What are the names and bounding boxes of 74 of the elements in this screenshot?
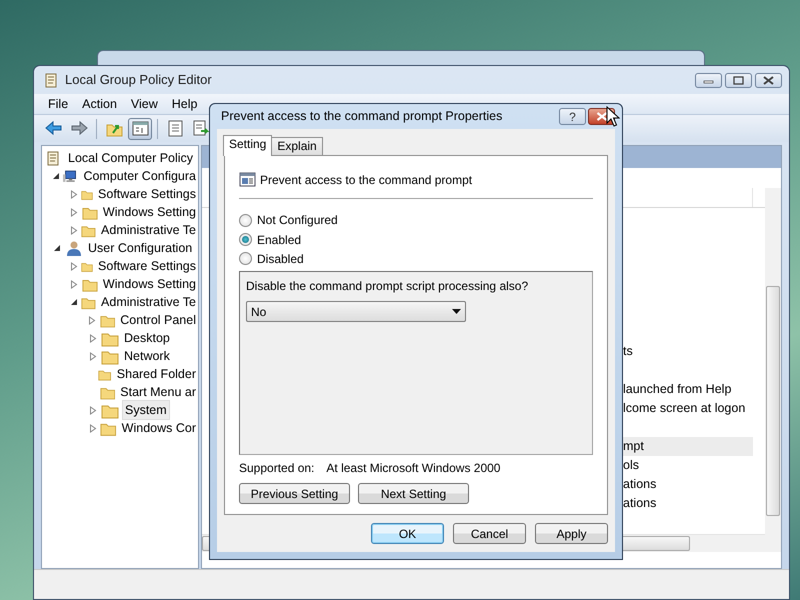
minimize-button[interactable] [695, 72, 722, 88]
radio-label: Not Configured [257, 212, 338, 230]
tree-item[interactable]: Desktop [122, 328, 172, 348]
window-title: Local Group Policy Editor [65, 71, 212, 90]
tree-item[interactable]: Computer Configura [81, 166, 198, 186]
tab[interactable]: Explain [271, 137, 323, 155]
collapsed-arrow-icon[interactable] [89, 334, 97, 342]
policy-setting-row[interactable]: launched from Help [623, 380, 765, 399]
mouse-pointer-icon [606, 106, 620, 128]
collapsed-arrow-icon[interactable] [88, 424, 97, 432]
policy-setting-row[interactable]: ts [623, 342, 765, 361]
dropdown[interactable]: No [246, 301, 466, 322]
dialog-title: Prevent access to the command prompt Properties [221, 108, 502, 126]
policy-setting-row[interactable]: ations [623, 494, 765, 513]
close-button[interactable] [755, 72, 782, 88]
setting-nav-button[interactable]: Previous Setting [239, 483, 350, 504]
collapsed-arrow-icon[interactable] [88, 316, 96, 324]
tab[interactable]: Setting [223, 135, 272, 156]
tree-item[interactable]: Control Panel [118, 310, 198, 330]
tree-item[interactable]: Start Menu ar [118, 382, 198, 402]
setting-nav-button[interactable]: Next Setting [358, 483, 469, 504]
collapsed-arrow-icon[interactable] [89, 406, 97, 414]
tree-item[interactable]: Administrative Te [99, 292, 198, 312]
menu-item[interactable]: Action [75, 94, 124, 114]
menu-item[interactable]: File [41, 94, 76, 114]
menu-item[interactable]: Help [164, 94, 204, 114]
scrollbar-thumb[interactable] [766, 286, 780, 516]
tree-item[interactable]: Windows Cor [120, 418, 198, 438]
tree-item[interactable]: Software Settings [96, 184, 198, 204]
tree-item[interactable]: Administrative Te [99, 220, 198, 240]
policy-document-icon [43, 72, 59, 88]
dialog-button[interactable]: OK [371, 523, 444, 544]
expanded-arrow-icon[interactable] [52, 172, 60, 180]
tree-item[interactable]: Local Computer Policy [66, 148, 196, 168]
policy-setting-row[interactable]: ols [623, 456, 765, 475]
supported-label: Supported on: [239, 460, 314, 477]
tree-item[interactable]: Shared Folder [114, 364, 198, 384]
caret-icon [452, 308, 461, 315]
radio-button[interactable] [239, 214, 252, 227]
collapsed-arrow-icon[interactable] [70, 190, 78, 198]
expanded-arrow-icon[interactable] [70, 298, 78, 306]
supported-value: At least Microsoft Windows 2000 [326, 460, 500, 477]
policy-name: Prevent access to the command prompt [260, 172, 472, 189]
dialog-button[interactable]: Apply [535, 523, 608, 544]
tree-item[interactable]: System [122, 400, 170, 420]
radio-button[interactable] [239, 233, 252, 246]
dialog-button[interactable]: Cancel [453, 523, 526, 544]
collapsed-arrow-icon[interactable] [70, 208, 78, 216]
collapsed-arrow-icon[interactable] [89, 352, 97, 360]
collapsed-arrow-icon[interactable] [70, 280, 78, 288]
policy-setting-row[interactable]: lcome screen at logon [623, 399, 765, 418]
option-label: Disable the command prompt script processing also? [246, 278, 530, 296]
help-button[interactable]: ? [559, 108, 586, 125]
computer-icon [63, 168, 78, 184]
tree-item[interactable]: Software Settings [96, 256, 198, 276]
menu-item[interactable]: View [124, 94, 165, 114]
expanded-arrow-icon[interactable] [53, 244, 61, 252]
policy-setting-row[interactable]: mpt [623, 437, 753, 456]
close-icon[interactable] [763, 76, 774, 84]
policy-setting-row[interactable]: ations [623, 475, 765, 494]
radio-label: Disabled [257, 250, 304, 268]
radio-button[interactable] [239, 252, 252, 266]
tree-item[interactable]: Windows Setting [100, 202, 198, 222]
tree-item[interactable]: Network [122, 346, 172, 366]
tree-item[interactable]: User Configuration [86, 238, 194, 258]
tree-item[interactable]: Windows Setting [100, 274, 198, 294]
collapsed-arrow-icon[interactable] [70, 226, 78, 234]
maximize-button[interactable] [725, 72, 752, 88]
collapsed-arrow-icon[interactable] [70, 262, 78, 270]
user-icon [65, 240, 83, 256]
policy-setting-icon [239, 171, 256, 188]
maximize-icon[interactable] [733, 76, 744, 84]
radio-label: Enabled [257, 232, 302, 249]
vertical-scrollbar[interactable] [765, 188, 781, 552]
